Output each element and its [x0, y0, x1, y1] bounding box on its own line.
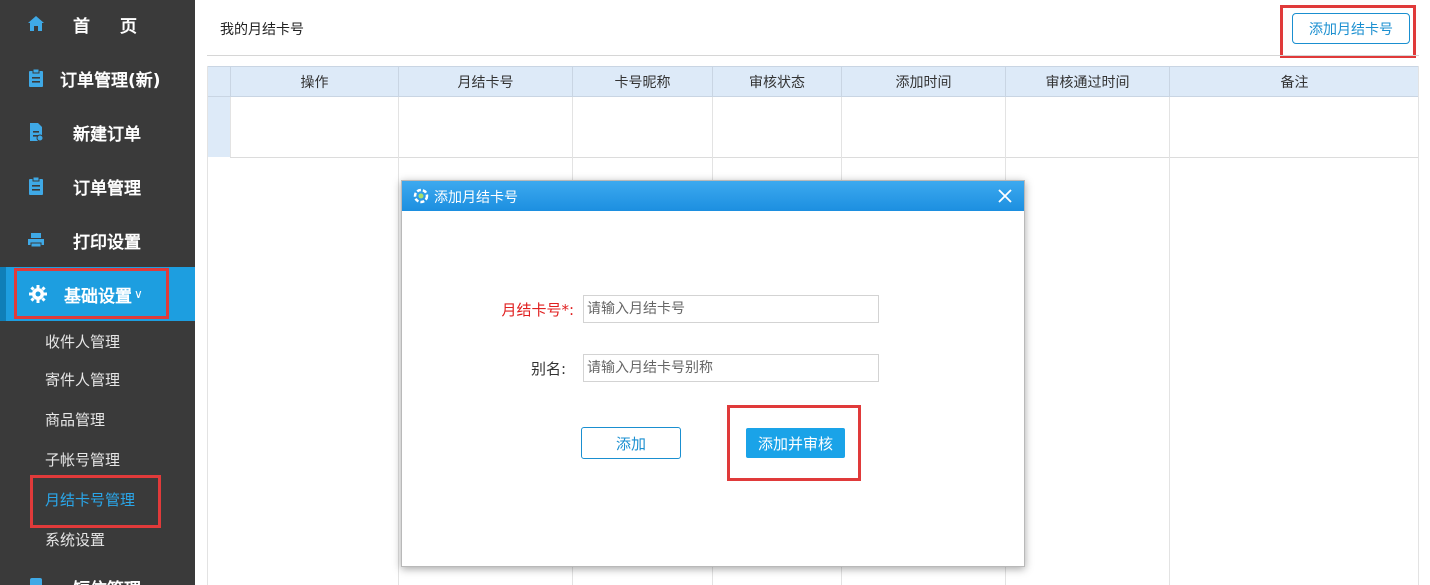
sidebar-item-label: 订单管理 [73, 178, 141, 199]
sidebar-item-label: 打印设置 [73, 232, 141, 253]
sidebar-item-home[interactable]: 首页 [0, 0, 195, 51]
column-header[interactable]: 月结卡号 [398, 67, 572, 97]
close-icon[interactable] [994, 185, 1016, 207]
clipboard-icon [26, 68, 46, 88]
printer-icon [26, 230, 46, 250]
card-number-label: 月结卡号*: [501, 301, 574, 319]
table-border [207, 66, 208, 585]
column-header[interactable]: 卡号昵称 [572, 67, 712, 97]
table-border [1418, 66, 1419, 585]
sidebar-item-print-settings[interactable]: 打印设置 [0, 213, 195, 267]
sidebar-subitem-products[interactable]: 商品管理 [45, 409, 105, 430]
sidebar-subitem-sub-accounts[interactable]: 子帐号管理 [45, 449, 120, 470]
add-and-audit-button[interactable]: 添加并审核 [746, 428, 845, 458]
sidebar-item-label: 基础设置 [64, 286, 132, 307]
document-add-icon [26, 122, 46, 142]
card-number-input[interactable] [583, 295, 879, 323]
sidebar-subitem-system-settings[interactable]: 系统设置 [45, 529, 105, 550]
add-card-dialog: 添加月结卡号 月结卡号*: 别名: 添加 添加并审核 [401, 180, 1025, 567]
add-button[interactable]: 添加 [581, 427, 681, 459]
alias-input[interactable] [583, 354, 879, 382]
sidebar-subitem-recipients[interactable]: 收件人管理 [45, 331, 120, 352]
dialog-header: 添加月结卡号 [402, 181, 1024, 211]
dialog-title: 添加月结卡号 [434, 190, 518, 206]
sidebar-item-label: 短信管理 [73, 575, 141, 585]
sidebar-item-order-management-new[interactable]: 订单管理(新) [0, 51, 195, 105]
sidebar-subitem-senders[interactable]: 寄件人管理 [45, 369, 120, 390]
alias-label: 别名: [530, 360, 566, 378]
column-header[interactable]: 审核通过时间 [1005, 67, 1169, 97]
column-header[interactable]: 添加时间 [841, 67, 1005, 97]
column-divider [230, 97, 231, 157]
page-title: 我的月结卡号 [220, 22, 304, 38]
column-header[interactable]: 备注 [1169, 67, 1419, 97]
column-header[interactable]: 操作 [230, 67, 398, 97]
sidebar-item-label: 订单管理(新) [60, 70, 161, 91]
sidebar-item-basic-settings[interactable]: 基础设置 ∨ [6, 267, 195, 321]
column-header[interactable]: 审核状态 [712, 67, 841, 97]
sidebar-item-label: 首页 [73, 16, 167, 37]
sidebar-item-sms-management[interactable]: 短信管理 [0, 560, 195, 585]
home-icon [26, 14, 46, 34]
sidebar-item-new-order[interactable]: 新建订单 [0, 105, 195, 159]
sidebar: 首页 订单管理(新) 新建订单 订单管理 打印设置 基础设置 ∨ 收件人管理 寄… [0, 0, 195, 585]
divider [207, 55, 1419, 56]
table-header: 操作 月结卡号 卡号昵称 审核状态 添加时间 审核通过时间 备注 [207, 66, 1419, 97]
sidebar-item-order-management[interactable]: 订单管理 [0, 159, 195, 213]
table-row [230, 157, 1419, 158]
column-divider [1169, 97, 1170, 585]
gear-icon [28, 284, 48, 304]
row-selector[interactable] [207, 97, 230, 157]
sidebar-subitem-monthly-card[interactable]: 月结卡号管理 [45, 489, 135, 510]
sidebar-item-label: 新建订单 [73, 124, 141, 145]
chevron-down-icon: ∨ [134, 287, 143, 301]
dialog-app-icon [413, 188, 429, 204]
phone-icon [26, 577, 46, 585]
clipboard-icon [26, 176, 46, 196]
add-card-button[interactable]: 添加月结卡号 [1292, 13, 1410, 44]
column-divider [398, 97, 399, 585]
